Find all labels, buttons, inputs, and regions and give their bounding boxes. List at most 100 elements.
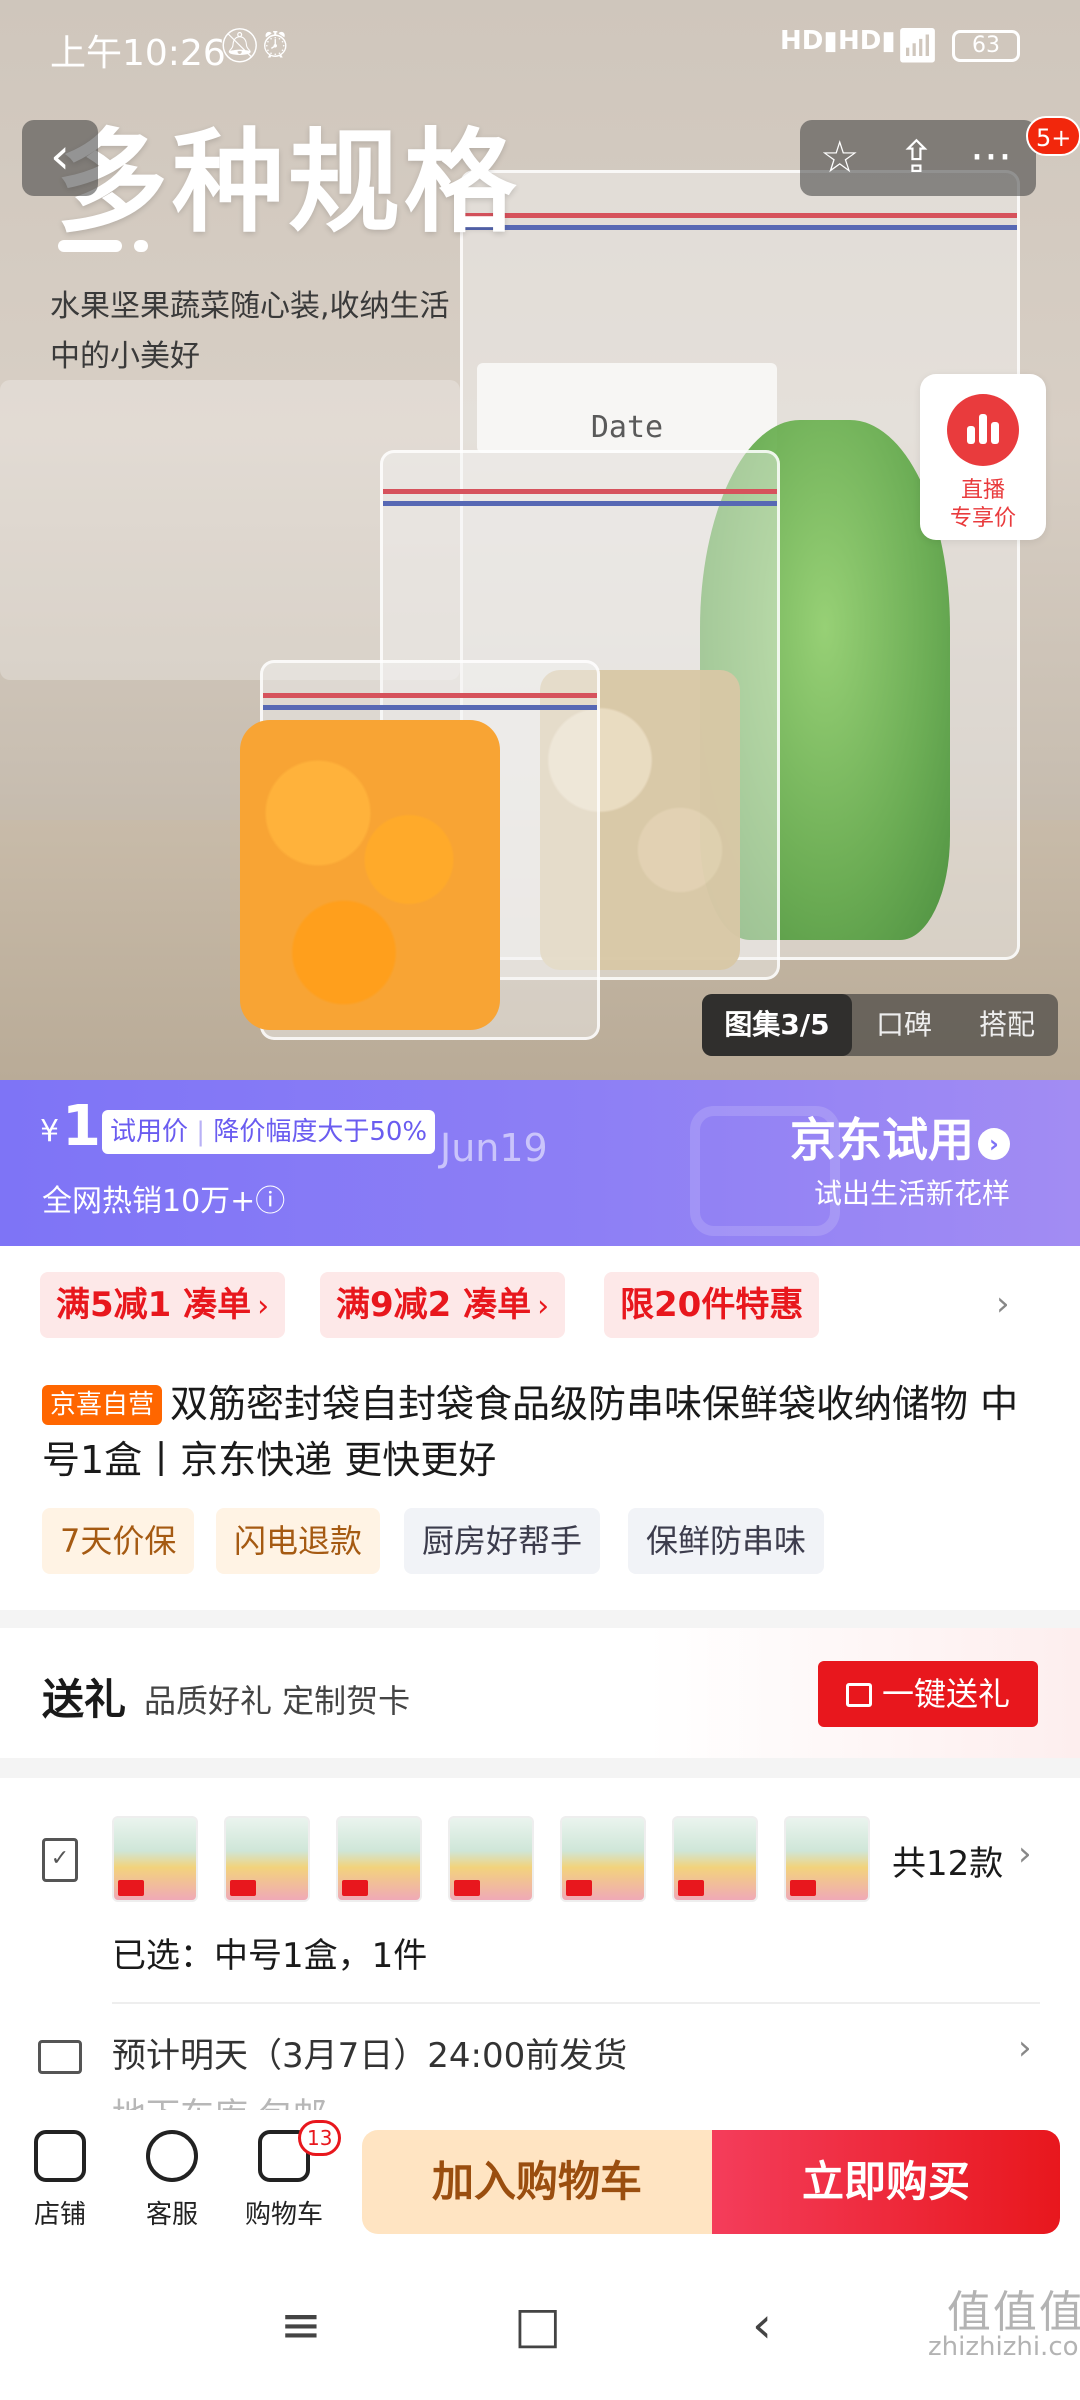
trial-price-label: 试用价 [110,1117,189,1147]
promo-label: 满9减2 凑单 [336,1285,532,1325]
shop-label: 店铺 [33,2200,86,2230]
variant-thumbnail[interactable] [672,1816,758,1902]
signal-icon: HD▮ [838,26,896,56]
zipper-blue-line [383,501,777,506]
signal-icon: HD▮ [780,26,838,56]
share-icon[interactable]: ⇪ [898,128,935,188]
message-badge: 5+ [1026,116,1080,156]
zipper-blue-line [263,705,597,710]
customer-service-icon [146,2130,198,2182]
promo-coupon[interactable]: 限20件特惠 [604,1272,820,1338]
trial-price: 1 [62,1094,101,1159]
chevron-right-icon: › [537,1289,550,1324]
alarm-icon: ⏰︎ [262,26,289,66]
promo-label: 满5减1 凑单 [56,1285,252,1325]
favorite-icon[interactable]: ☆ [820,128,859,188]
ghost-text: Jun19 [440,1126,548,1170]
shop-icon [34,2130,86,2182]
variant-count[interactable]: 共12款 [892,1836,1003,1885]
zipper-red-line [383,489,777,494]
promotions-more-icon[interactable]: › [996,1284,1010,1324]
brand-label: 京东试用 [790,1113,974,1167]
gift-subtitle: 品质好礼 定制贺卡 [144,1682,411,1720]
live-icon [947,394,1019,466]
product-info-card: 满5减1 凑单 › 满9减2 凑单 › 限20件特惠 › 京喜自营 双筋密封袋自封袋食… [0,1246,1080,1610]
kumquat-image [240,720,500,1030]
tab-reviews[interactable]: 口碑 [852,994,956,1056]
gallery-tabs: 图集3/5 口碑 搭配 [702,994,1058,1056]
product-detail-screen: Date Date 多种规格 水果坚果蔬菜随心装,收纳生活中的小美好 上午10:… [0,0,1080,2400]
status-time: 上午10:26 [50,33,226,74]
tab-matching[interactable]: 搭配 [956,994,1058,1056]
chevron-right-icon[interactable]: › [1018,2028,1032,2068]
service-tag[interactable]: 7天价保 [42,1508,195,1574]
service-tag[interactable]: 厨房好帮手 [404,1508,601,1574]
more-icon[interactable]: ··· [970,128,1012,188]
delivery-truck-icon [38,2040,82,2074]
watermark-domain: zhizhizhi.com [928,2332,1080,2362]
gift-icon [845,1683,872,1707]
customer-service-label: 客服 [145,2200,198,2230]
buy-now-button[interactable]: 立即购买 [712,2130,1060,2234]
trial-price-tag: 试用价 | 降价幅度大于50% [102,1110,436,1154]
shipping-estimate[interactable]: 预计明天（3月7日）24:00前发货 [112,2028,627,2077]
wifi-icon: 📶︎ [896,26,940,66]
mute-icon: 🔕︎ [218,26,262,66]
promo-coupon[interactable]: 满5减1 凑单 › [40,1272,286,1338]
promo-label: 限20件特惠 [620,1285,804,1325]
product-title-text: 双筋密封袋自封袋食品级防串味保鲜袋收纳储物 中号1盒丨京东快递 更快更好 [42,1382,1019,1482]
send-gift-label: 一键送礼 [881,1675,1010,1713]
spec-icon: ✓ [42,1838,78,1882]
shop-button[interactable]: 店铺 [10,2130,110,2231]
cart-count-badge: 13 [298,2120,342,2156]
cart-icon: 13 [258,2120,342,2182]
gift-card: 送礼 品质好礼 定制贺卡 一键送礼 [0,1628,1080,1758]
divider [112,2002,1040,2004]
promo-coupon[interactable]: 满9减2 凑单 › [320,1272,566,1338]
self-operated-badge: 京喜自营 [42,1385,163,1425]
variant-thumbnail[interactable] [224,1816,310,1902]
variant-thumbnail[interactable] [448,1816,534,1902]
back-icon[interactable]: ‹ [752,2296,772,2354]
variant-thumbnail[interactable] [336,1816,422,1902]
zipper-blue-line [463,225,1017,230]
service-tag[interactable]: 闪电退款 [216,1508,381,1574]
spec-card[interactable]: ✓ 共12款 › 已选：中号1盒，1件 预计明天（3月7日）24:00前发货 ›… [0,1778,1080,2136]
add-to-cart-button[interactable]: 加入购物车 [362,2130,712,2234]
gift-title: 送礼 [42,1675,127,1724]
customer-service-button[interactable]: 客服 [122,2130,222,2231]
chevron-right-icon: › [978,1127,1010,1160]
back-button[interactable]: ‹ [22,120,98,196]
bag-date-label: Date [477,363,777,453]
chevron-right-icon[interactable]: › [1018,1834,1032,1874]
selected-variant[interactable]: 已选：中号1盒，1件 [112,1928,427,1977]
live-price-button[interactable]: 直播 专享价 [920,374,1046,540]
send-gift-button[interactable]: 一键送礼 [818,1661,1038,1727]
top-actions: ☆ ⇪ ··· [800,120,1036,196]
hero-subtitle: 水果坚果蔬菜随心装,收纳生活中的小美好 [50,289,450,374]
system-navigation-bar: ≡ □ ‹ [0,2256,1080,2400]
cart-label: 购物车 [244,2200,323,2230]
sales-count: 全网热销10万+ⓘ [42,1184,286,1219]
watermark: 值值值 zhizhizhi.com [928,2287,1080,2364]
brand-subtitle: 试出生活新花样 [814,1177,1011,1210]
product-title: 京喜自营 双筋密封袋自封袋食品级防串味保鲜袋收纳储物 中号1盒丨京东快递 更快更好 [42,1376,1052,1488]
back-icon: ‹ [50,127,70,185]
variant-thumbnail[interactable] [112,1816,198,1902]
live-price-label: 专享价 [949,506,1016,531]
discount-text: 降价幅度大于50% [213,1117,428,1147]
service-tag[interactable]: 保鲜防串味 [628,1508,825,1574]
cart-button[interactable]: 13 购物车 [234,2120,342,2231]
trial-price-banner[interactable]: Jun19 ¥ 1 试用价 | 降价幅度大于50% 全网热销10万+ⓘ 京东试用… [0,1080,1080,1246]
watermark-logo: 值值值 [946,2287,1080,2338]
variant-thumbnail[interactable] [560,1816,646,1902]
variant-thumbnail[interactable] [784,1816,870,1902]
tab-gallery[interactable]: 图集3/5 [702,994,852,1056]
chevron-right-icon: › [257,1289,270,1324]
home-icon[interactable]: □ [514,2296,561,2354]
zipper-red-line [463,213,1017,218]
status-bar: 上午10:26 🔕︎ ⏰︎ HD▮ HD▮ 📶︎ 63 [0,0,1080,92]
jd-trial-brand[interactable]: 京东试用 › [790,1104,1010,1170]
bottom-action-bar: 店铺 客服 13 购物车 加入购物车 立即购买 [0,2110,1080,2256]
menu-icon[interactable]: ≡ [280,2296,322,2354]
